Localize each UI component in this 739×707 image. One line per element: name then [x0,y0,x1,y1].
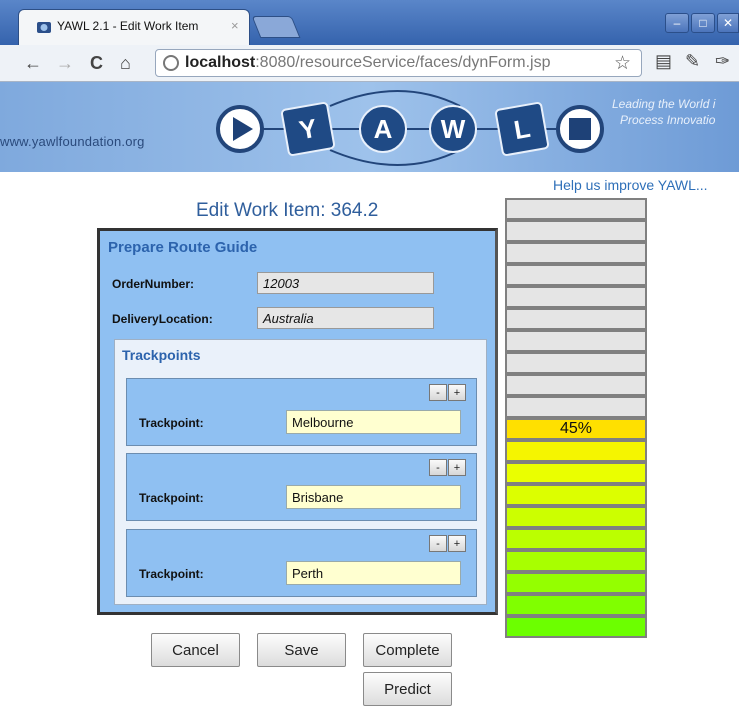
progress-segment-filled [505,594,647,616]
trackpoints-title: Trackpoints [122,347,201,363]
predict-button[interactable]: Predict [363,672,452,706]
trackpoint-label: Trackpoint: [139,416,204,430]
work-item-form: Prepare Route Guide OrderNumber: 12003 D… [97,228,498,615]
save-button[interactable]: Save [257,633,346,667]
progress-segment-empty [505,308,647,330]
progress-segment-empty [505,396,647,418]
progress-segment-empty [505,286,647,308]
minimize-icon[interactable]: – [665,13,689,33]
help-improve-link[interactable]: Help us improve YAWL... [553,177,708,193]
window-controls: – □ ✕ [665,13,739,33]
tab-close-icon[interactable]: × [231,18,239,33]
progress-segment-filled [505,572,647,594]
svg-text:A: A [374,114,393,144]
trackpoint-row: - + Trackpoint: Perth [126,529,477,597]
home-icon[interactable]: ⌂ [120,53,131,74]
new-tab-button[interactable] [251,16,301,38]
progress-segment-empty [505,242,647,264]
remove-trackpoint-button[interactable]: - [429,535,447,552]
reload-icon[interactable]: C [90,53,103,74]
print-extension-icon[interactable]: ▤ [655,51,672,72]
progress-segment-empty [505,330,647,352]
browser-tab[interactable]: YAWL 2.1 - Edit Work Item × [18,9,250,45]
order-number-label: OrderNumber: [112,277,195,291]
forward-arrow-icon[interactable]: → [56,53,74,74]
trackpoints-panel: Trackpoints - + Trackpoint: Melbourne - … [114,339,487,605]
progress-segment-filled [505,528,647,550]
back-arrow-icon[interactable]: ← [24,53,42,74]
trackpoint-row: - + Trackpoint: Melbourne [126,378,477,446]
browser-tab-bar: YAWL 2.1 - Edit Work Item × – □ ✕ [0,0,739,45]
trackpoint-label: Trackpoint: [139,491,204,505]
stop-icon [569,118,591,140]
progress-meter: 45% [505,198,647,638]
tab-title: YAWL 2.1 - Edit Work Item [57,19,199,33]
trackpoint-row: - + Trackpoint: Brisbane [126,453,477,521]
progress-segment-filled: 45% [505,418,647,440]
trackpoint-input[interactable]: Melbourne [286,410,461,434]
progress-segment-empty [505,198,647,220]
progress-segment-filled [505,462,647,484]
progress-segment-empty [505,374,647,396]
remove-trackpoint-button[interactable]: - [429,384,447,401]
add-trackpoint-button[interactable]: + [448,459,466,476]
order-number-field[interactable]: 12003 [257,272,434,294]
progress-segment-empty [505,264,647,286]
bookmark-star-icon[interactable]: ☆ [614,52,631,75]
url-text: localhost:8080/resourceService/faces/dyn… [185,54,551,71]
yawl-favicon-icon [37,22,51,33]
page-title: Edit Work Item: 364.2 [196,200,379,221]
progress-segment-filled [505,440,647,462]
progress-segment-filled [505,484,647,506]
page-info-icon[interactable] [163,55,179,71]
add-trackpoint-button[interactable]: + [448,535,466,552]
wand-extension-icon[interactable]: ✎ [685,51,700,72]
browser-toolbar: ← → C ⌂ localhost:8080/resourceService/f… [0,45,739,82]
maximize-icon[interactable]: □ [691,13,715,33]
progress-segment-empty [505,220,647,242]
banner-tagline: Leading the World i Process Innovatio [612,97,716,127]
trackpoint-label: Trackpoint: [139,567,204,581]
progress-segment-filled [505,506,647,528]
trackpoint-input[interactable]: Perth [286,561,461,585]
add-trackpoint-button[interactable]: + [448,384,466,401]
yawl-logo: Y A W L [216,90,604,166]
complete-button[interactable]: Complete [363,633,452,667]
progress-segment-empty [505,352,647,374]
address-bar[interactable]: localhost:8080/resourceService/faces/dyn… [155,49,642,77]
progress-segment-filled [505,550,647,572]
yawl-banner: www.yawlfoundation.org Y A W L Leading t… [0,82,739,172]
cancel-button[interactable]: Cancel [151,633,240,667]
close-window-icon[interactable]: ✕ [717,13,739,33]
progress-segment-filled [505,616,647,638]
delivery-location-field[interactable]: Australia [257,307,434,329]
form-title: Prepare Route Guide [108,239,258,256]
wrench-menu-icon[interactable]: ✑ [715,51,730,72]
site-url-text: www.yawlfoundation.org [0,134,145,149]
trackpoint-input[interactable]: Brisbane [286,485,461,509]
remove-trackpoint-button[interactable]: - [429,459,447,476]
progress-percent-label: 45% [559,420,593,437]
delivery-location-label: DeliveryLocation: [112,312,213,326]
svg-text:W: W [441,114,466,144]
